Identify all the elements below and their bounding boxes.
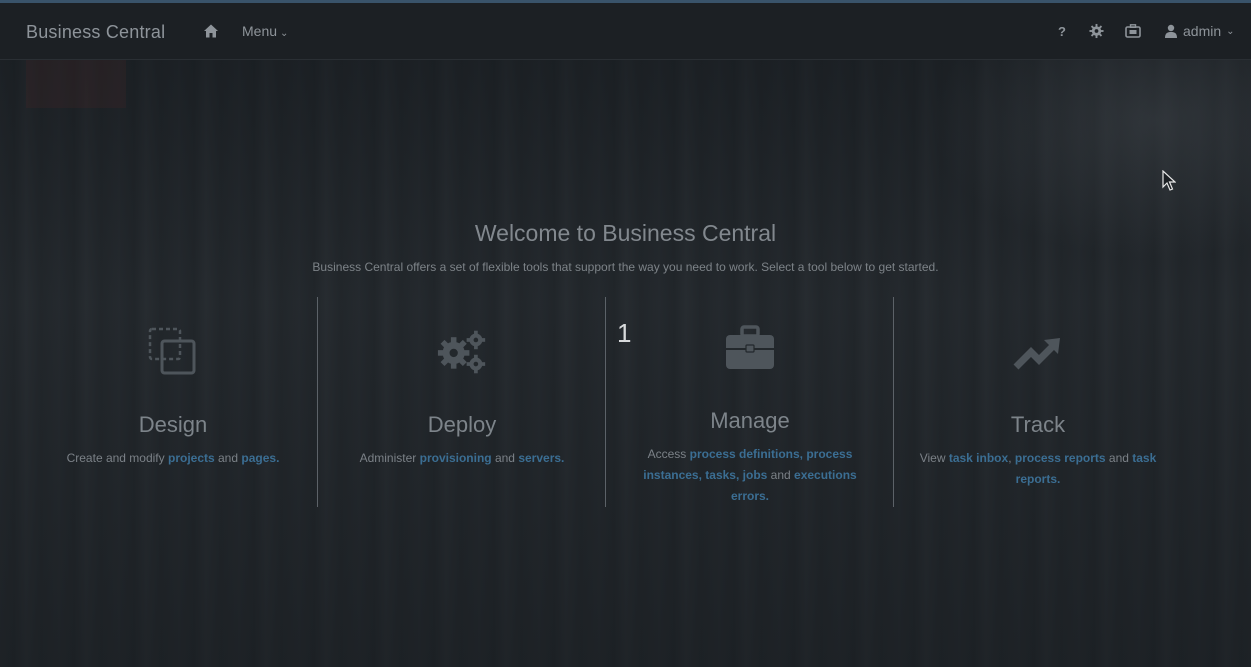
projects-link[interactable]: projects (168, 451, 215, 465)
step-number-annotation: 1 (617, 318, 632, 348)
tile-manage[interactable]: Manage Access process definitions, proce… (605, 297, 893, 507)
desc-text: and (491, 451, 519, 465)
desc-text: and (1105, 451, 1133, 465)
welcome-hero: Welcome to Business Central Business Cen… (0, 60, 1251, 667)
user-menu[interactable]: admin ⌄ (1164, 23, 1235, 39)
tool-tiles: Design Create and modify projects and pa… (29, 297, 1181, 507)
tile-design-description: Create and modify projects and pages. (53, 448, 293, 469)
provisioning-link[interactable]: provisioning (420, 451, 492, 465)
tile-deploy-description: Administer provisioning and servers. (342, 448, 582, 469)
gears-icon (437, 330, 486, 374)
home-icon[interactable] (203, 23, 219, 39)
tile-track-description: View task inbox, process reports and tas… (918, 448, 1158, 490)
tile-deploy-title: Deploy (427, 412, 497, 437)
task-inbox-link[interactable]: task inbox (949, 451, 1008, 465)
tasks-link[interactable]: tasks (705, 468, 736, 482)
background-tint (26, 60, 126, 108)
process-definitions-link[interactable]: process definitions (690, 447, 800, 461)
desc-text: Administer (359, 451, 420, 465)
help-icon[interactable]: ? (1058, 24, 1066, 40)
tile-track[interactable]: Track View task inbox, process reports a… (893, 297, 1181, 507)
chevron-down-icon: ⌄ (1226, 25, 1235, 37)
briefcase-icon[interactable] (1125, 23, 1141, 39)
mouse-cursor-icon (1162, 170, 1176, 191)
tile-design-title: Design (138, 412, 208, 437)
top-navbar: Business Central Menu ⌄ ? admin ⌄ (0, 3, 1251, 60)
desc-period: . (276, 451, 280, 465)
desc-text: and (767, 468, 795, 482)
tile-design[interactable]: Design Create and modify projects and pa… (29, 297, 317, 507)
desc-comma: , (735, 468, 743, 482)
desc-period: . (561, 451, 565, 465)
process-reports-link[interactable]: process reports (1015, 451, 1106, 465)
desc-text: Access (647, 447, 690, 461)
desc-text: Create and modify (66, 451, 168, 465)
tile-manage-title: Manage (710, 408, 790, 433)
servers-link[interactable]: servers (518, 451, 561, 465)
menu-dropdown[interactable]: Menu ⌄ (242, 23, 288, 39)
desc-comma: , (1008, 451, 1015, 465)
tile-track-title: Track (1010, 412, 1066, 437)
desc-text: and (214, 451, 242, 465)
desc-period: . (765, 489, 770, 503)
jobs-link[interactable]: jobs (743, 468, 768, 482)
brand-title[interactable]: Business Central (26, 22, 165, 43)
tile-manage-description: Access process definitions, process inst… (636, 444, 864, 507)
user-icon (1165, 24, 1177, 38)
desc-text: View (919, 451, 949, 465)
copy-icon (148, 327, 196, 375)
menu-label: Menu (242, 23, 278, 39)
briefcase-icon (726, 325, 774, 369)
tile-deploy[interactable]: Deploy Administer provisioning and serve… (317, 297, 605, 507)
desc-period: . (1057, 472, 1061, 486)
chevron-down-icon: ⌄ (280, 28, 289, 39)
user-label: admin (1183, 23, 1222, 39)
gear-icon[interactable] (1089, 23, 1104, 39)
trend-up-icon (1013, 338, 1060, 370)
page-subtitle: Business Central offers a set of flexibl… (312, 260, 939, 274)
pages-link[interactable]: pages (241, 451, 276, 465)
page-title: Welcome to Business Central (474, 220, 777, 246)
